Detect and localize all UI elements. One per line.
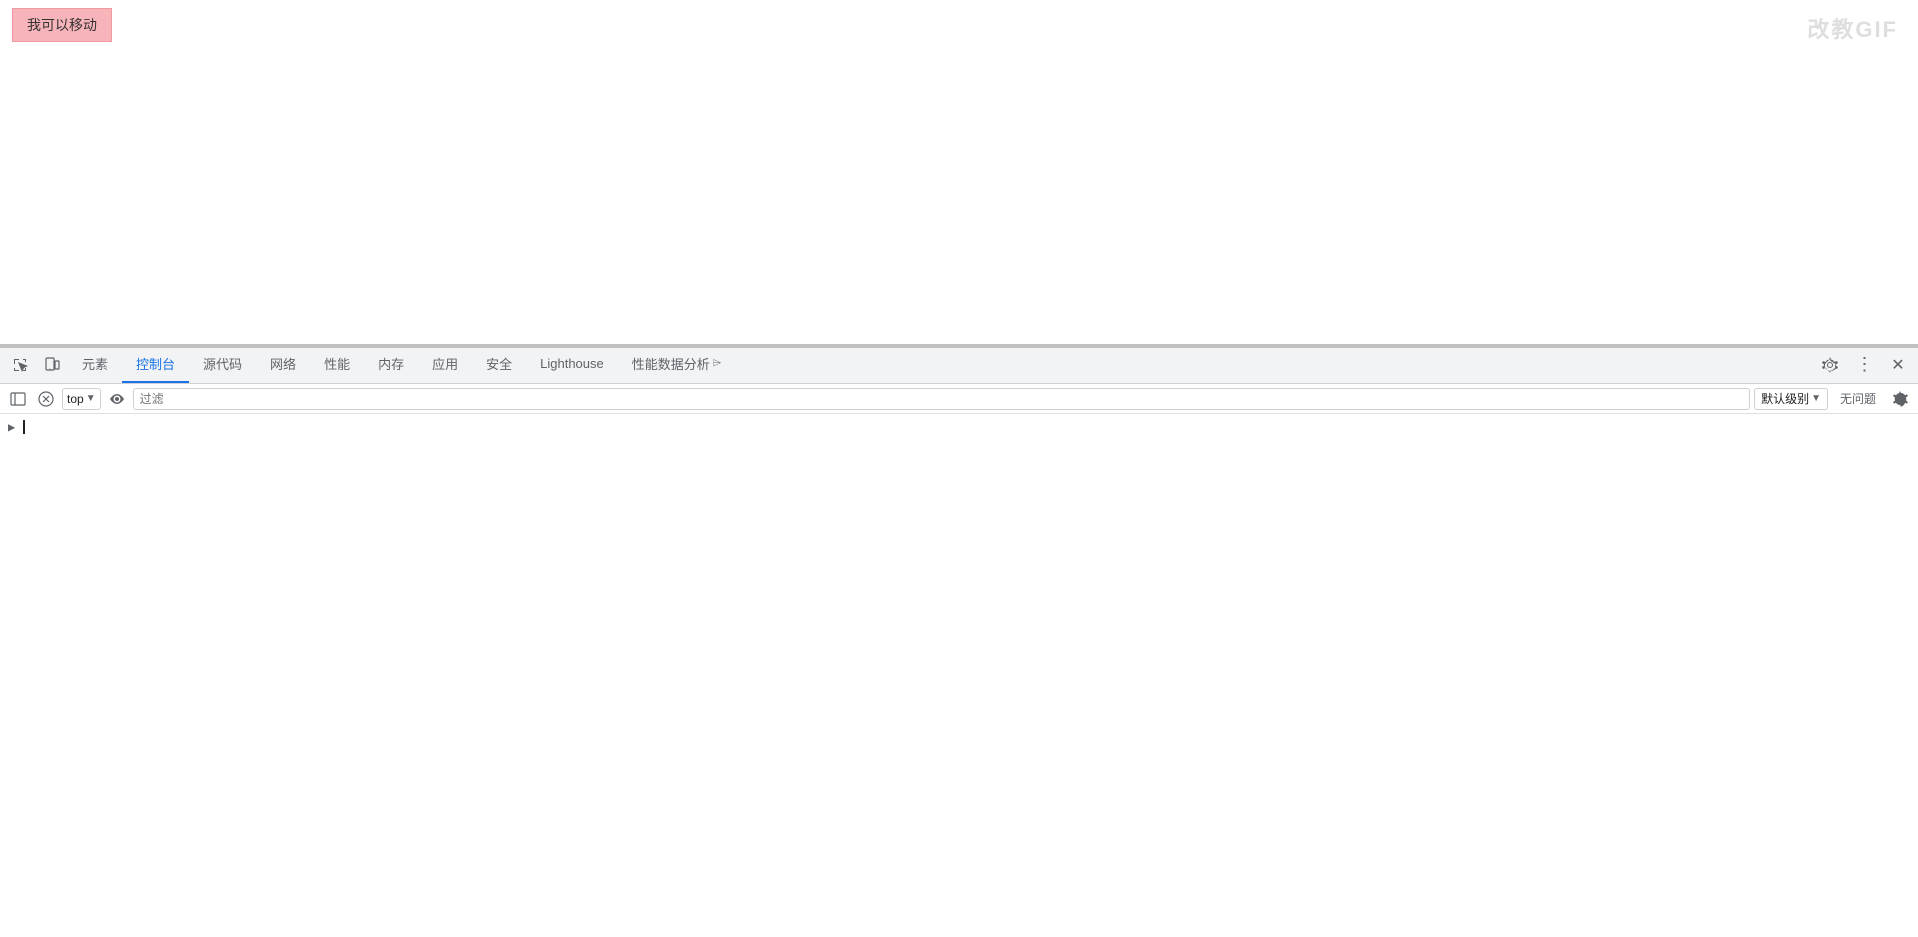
devtools-tabs: 元素 控制台 源代码 网络 性能 内存 应用 安全 Lighthouse 性能数…: [68, 346, 1814, 383]
tab-elements[interactable]: 元素: [68, 346, 122, 383]
draggable-element[interactable]: 我可以移动: [12, 8, 112, 42]
ellipsis-icon: ⋮: [1856, 354, 1873, 375]
gear-icon: [1822, 357, 1838, 373]
tab-security[interactable]: 安全: [472, 346, 526, 383]
context-selector[interactable]: top ▼: [62, 388, 101, 410]
clear-icon: [38, 391, 54, 407]
devtools-resize-handle[interactable]: [0, 344, 1918, 348]
sidebar-icon: [10, 391, 26, 407]
level-chevron-icon: ▼: [1811, 393, 1821, 404]
devtools-toolbar-right: ⋮ ✕: [1814, 349, 1914, 381]
log-level-selector[interactable]: 默认级别 ▼: [1754, 388, 1828, 410]
console-prompt-line: ▶: [0, 418, 1918, 436]
log-level-label: 默认级别: [1761, 390, 1809, 407]
live-expressions-button[interactable]: [105, 387, 129, 411]
console-filter-input[interactable]: [133, 388, 1750, 410]
tab-performance-insights[interactable]: 性能数据分析 ⌲: [618, 346, 736, 383]
tab-sources[interactable]: 源代码: [189, 346, 256, 383]
console-settings-button[interactable]: [1888, 387, 1912, 411]
close-icon: ✕: [1891, 355, 1904, 375]
settings-button[interactable]: [1814, 349, 1846, 381]
devtools-toolbar: 元素 控制台 源代码 网络 性能 内存 应用 安全 Lighthouse 性能数…: [0, 346, 1918, 384]
clear-console-button[interactable]: [34, 387, 58, 411]
context-label: top: [67, 392, 84, 406]
inspect-element-button[interactable]: [4, 349, 36, 381]
console-toolbar: top ▼ 默认级别 ▼ 无问题: [0, 384, 1918, 414]
eye-icon: [109, 391, 125, 407]
devtools-panel: 元素 控制台 源代码 网络 性能 内存 应用 安全 Lighthouse 性能数…: [0, 345, 1918, 937]
tab-console[interactable]: 控制台: [122, 346, 189, 383]
tab-performance[interactable]: 性能: [310, 346, 364, 383]
tab-memory[interactable]: 内存: [364, 346, 418, 383]
prompt-arrow[interactable]: ▶: [8, 420, 15, 434]
performance-insights-icon: ⌲: [713, 357, 722, 370]
tab-application[interactable]: 应用: [418, 346, 472, 383]
inspect-icon: [12, 357, 28, 373]
console-toolbar-right: 默认级别 ▼ 无问题: [1754, 387, 1912, 411]
more-options-button[interactable]: ⋮: [1848, 349, 1880, 381]
tab-lighthouse[interactable]: Lighthouse: [526, 346, 618, 383]
device-icon: [44, 357, 60, 373]
no-issues-badge: 无问题: [1832, 390, 1884, 407]
settings-icon: [1892, 391, 1908, 407]
console-cursor: [23, 420, 25, 434]
console-content: ▶: [0, 414, 1918, 937]
sidebar-toggle-button[interactable]: [6, 387, 30, 411]
chevron-down-icon: ▼: [86, 393, 96, 404]
tab-network[interactable]: 网络: [256, 346, 310, 383]
device-toolbar-button[interactable]: [36, 349, 68, 381]
page-content: 我可以移动: [0, 0, 1918, 345]
close-devtools-button[interactable]: ✕: [1882, 349, 1914, 381]
